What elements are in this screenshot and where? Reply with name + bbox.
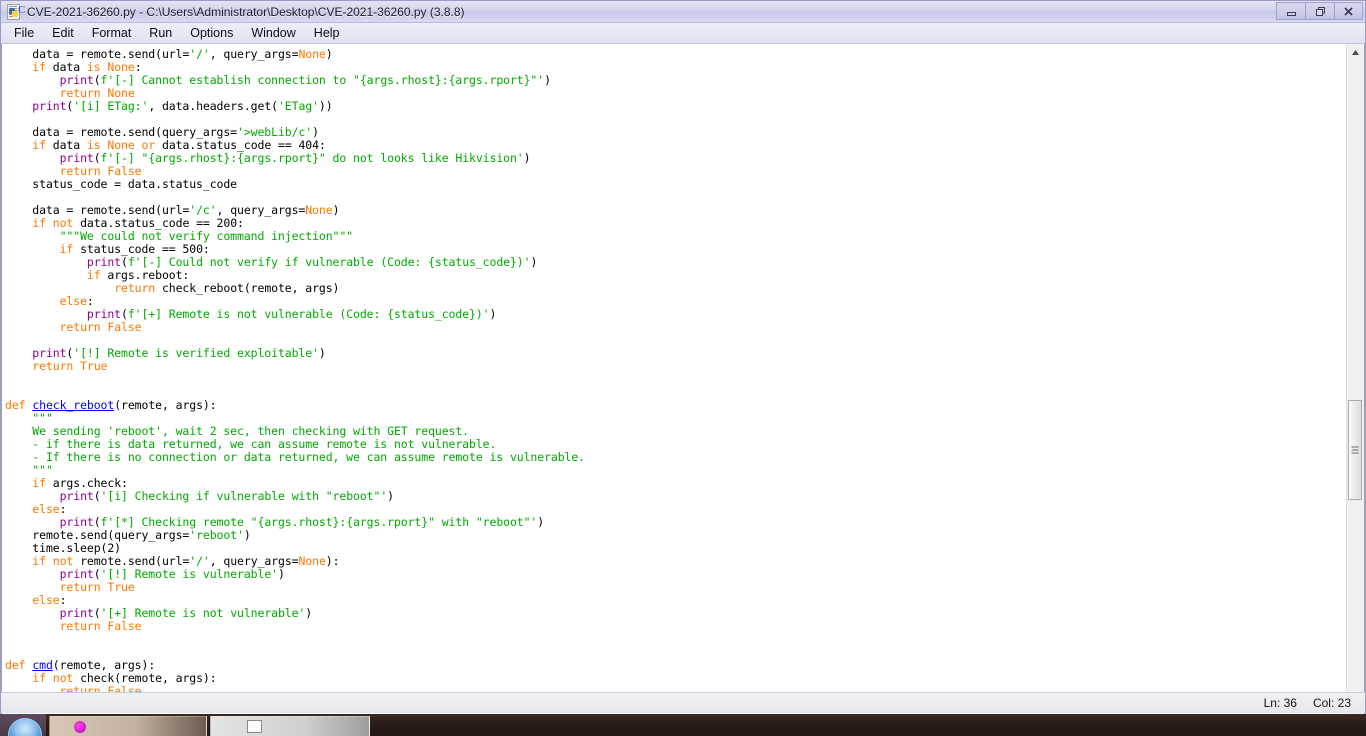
menu-options[interactable]: Options — [181, 24, 242, 42]
code-viewport[interactable]: data = remote.send(url='/', query_args=N… — [2, 44, 1346, 716]
taskbar-item-1-icon — [74, 720, 86, 733]
start-button[interactable] — [0, 714, 46, 736]
menu-file[interactable]: File — [5, 24, 43, 42]
scroll-up-arrow[interactable] — [1347, 44, 1364, 61]
menu-help[interactable]: Help — [305, 24, 349, 42]
python-file-icon: C — [6, 3, 25, 20]
close-button[interactable] — [1334, 2, 1363, 20]
status-bar: Ln: 36 Col: 23 — [1, 692, 1365, 713]
window-controls — [1276, 2, 1363, 20]
restore-button[interactable] — [1305, 2, 1334, 20]
menu-window[interactable]: Window — [242, 24, 304, 42]
scrollbar-grip — [1351, 446, 1359, 454]
status-line-number: Ln: 36 — [1263, 696, 1297, 710]
title-bar[interactable]: C CVE-2021-36260.py - C:\Users\Administr… — [1, 1, 1365, 23]
taskbar-item-2-icon — [247, 720, 262, 733]
window-title: CVE-2021-36260.py - C:\Users\Administrat… — [27, 4, 465, 19]
vertical-scrollbar[interactable] — [1346, 44, 1364, 716]
screen: C CVE-2021-36260.py - C:\Users\Administr… — [0, 0, 1366, 736]
menu-bar: File Edit Format Run Options Window Help — [1, 23, 1365, 44]
taskbar-item-2[interactable] — [210, 716, 370, 736]
taskbar-item-1[interactable] — [49, 716, 207, 736]
windows-taskbar — [0, 714, 1366, 736]
idle-editor-window: C CVE-2021-36260.py - C:\Users\Administr… — [0, 0, 1366, 717]
minimize-button[interactable] — [1276, 2, 1305, 20]
editor-area: data = remote.send(url='/', query_args=N… — [1, 44, 1365, 717]
menu-format[interactable]: Format — [83, 24, 141, 42]
scrollbar-thumb[interactable] — [1348, 400, 1362, 500]
status-column-number: Col: 23 — [1312, 696, 1351, 710]
menu-run[interactable]: Run — [140, 24, 181, 42]
source-code[interactable]: data = remote.send(url='/', query_args=N… — [2, 44, 1346, 698]
menu-edit[interactable]: Edit — [43, 24, 83, 42]
